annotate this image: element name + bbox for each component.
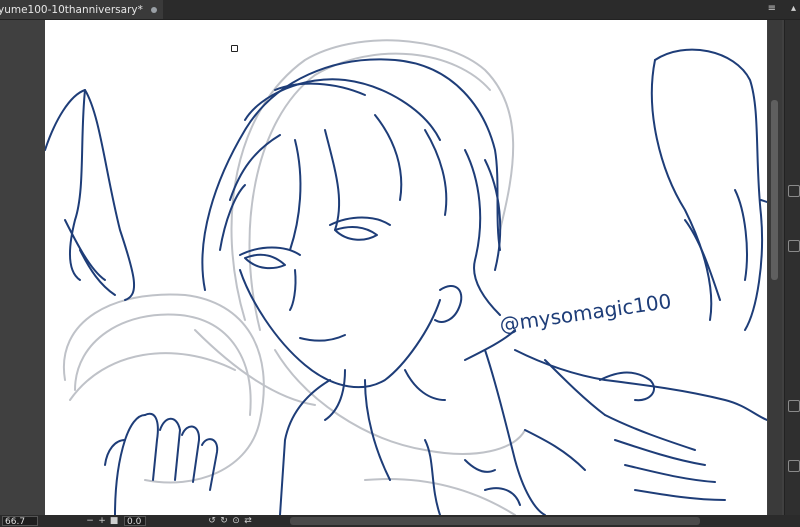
document-tab-title: yume100-10thanniversary* — [0, 3, 143, 16]
panel-extra-icon[interactable] — [788, 460, 800, 472]
collapse-panel-icon[interactable]: ▴ — [791, 3, 796, 14]
zoom-in-icon[interactable]: + — [96, 516, 108, 526]
rotation-angle-field[interactable]: 0.0 — [124, 516, 146, 527]
vertical-scroll-thumb[interactable] — [771, 100, 778, 280]
zoom-out-icon[interactable]: − — [84, 516, 96, 526]
drawing-canvas[interactable]: @mysomagic100 — [45, 20, 767, 515]
flip-icon[interactable]: ⇄ — [242, 516, 254, 526]
panel-tool-icon[interactable] — [788, 185, 800, 197]
vertical-scrollbar[interactable] — [768, 20, 782, 515]
rotate-left-icon[interactable]: ↺ — [206, 516, 218, 526]
tab-menu-icon[interactable]: ≡ — [768, 3, 776, 14]
status-bar: 66.7 − + ■ 0.0 ↺ ↻ ⊙ ⇄ — [0, 515, 800, 527]
document-tab-bar: yume100-10thanniversary* ≡ ▴ — [0, 0, 800, 20]
reset-rotation-icon[interactable]: ⊙ — [230, 516, 242, 526]
brush-cursor-icon — [231, 45, 238, 52]
workspace: @mysomagic100 — [0, 20, 785, 515]
panel-settings-icon[interactable] — [788, 400, 800, 412]
panel-layer-icon[interactable] — [788, 240, 800, 252]
horizontal-scrollbar[interactable] — [290, 517, 700, 525]
fit-view-icon[interactable]: ■ — [108, 516, 120, 526]
zoom-field[interactable]: 66.7 — [2, 516, 38, 527]
tab-close-dot-icon[interactable] — [150, 6, 157, 13]
document-tab[interactable]: yume100-10thanniversary* — [0, 0, 163, 19]
line-art — [45, 39, 767, 515]
rotate-right-icon[interactable]: ↻ — [218, 516, 230, 526]
right-tool-panel — [784, 20, 800, 515]
